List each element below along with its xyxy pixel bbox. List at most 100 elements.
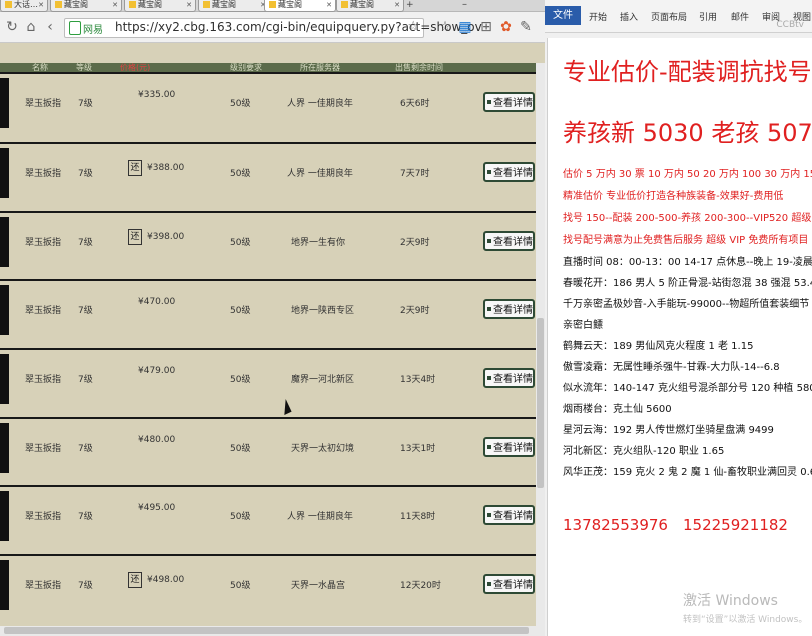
table-row[interactable]: 翠玉扳指 7级 还 ¥398.00 50级 地界一生有你 2天9时 查看详情 — [0, 211, 536, 271]
table-row[interactable]: 翠玉扳指 7级 ¥479.00 50级 魔界一河北新区 13天4时 查看详情 — [0, 348, 536, 408]
document-page[interactable]: 专业估价-配装调抗找号 养孩新 5030 老孩 5078 估价 5 万内 30 票 … — [547, 38, 812, 636]
extension-red-icon[interactable]: ✿ — [498, 19, 514, 35]
tab-favicon-icon — [203, 1, 210, 8]
item-thumbnail[interactable] — [0, 423, 9, 473]
tab-favicon-icon — [341, 1, 348, 8]
tab-favicon-icon — [269, 1, 276, 8]
document-line: 春暖花开：186 男人 5 阶正骨混-站街忽混 38 强混 53.4 — [563, 278, 812, 289]
document-line: 亲密白鳔 — [563, 320, 603, 331]
site-label: 网易 — [83, 25, 103, 36]
item-thumbnail[interactable] — [0, 560, 9, 610]
phone-number: 13782553976 — [563, 516, 668, 534]
tab-home[interactable]: 开始 — [589, 10, 607, 23]
item-name[interactable]: 翠玉扳指 — [25, 578, 61, 591]
back-icon[interactable]: ‹ — [42, 19, 58, 35]
tab-references[interactable]: 引用 — [699, 10, 717, 23]
file-tab[interactable]: 文件 — [545, 6, 581, 25]
item-thumbnail[interactable] — [0, 148, 9, 198]
tab-favicon-icon — [129, 1, 136, 8]
server-name: 地界一生有你 — [291, 238, 346, 248]
item-name[interactable]: 翠玉扳指 — [25, 235, 61, 248]
item-thumbnail[interactable] — [0, 491, 9, 541]
view-details-button[interactable]: 查看详情 — [483, 437, 535, 457]
extension-icon[interactable]: ▦ — [457, 19, 473, 35]
close-icon[interactable]: ✕ — [186, 0, 192, 10]
close-icon[interactable]: ✕ — [394, 0, 400, 10]
item-thumbnail[interactable] — [0, 217, 9, 267]
level-requirement: 50级 — [230, 306, 251, 316]
close-icon[interactable]: ✕ — [112, 0, 118, 10]
document-line: 精准估价 专业低价打造各种族装备-效果好-费用低 — [563, 191, 784, 202]
item-name[interactable]: 翠玉扳指 — [25, 303, 61, 316]
vertical-scrollbar[interactable] — [536, 63, 545, 636]
item-name[interactable]: 翠玉扳指 — [25, 372, 61, 385]
browser-tab[interactable]: 藏宝阁✕ — [50, 0, 122, 12]
browser-tab[interactable]: 大话… ✕ — [0, 0, 48, 12]
browser-tab[interactable]: 藏宝阁✕ — [198, 0, 270, 12]
item-thumbnail[interactable] — [0, 354, 9, 404]
scroll-thumb[interactable] — [537, 318, 544, 488]
view-details-button[interactable]: 查看详情 — [483, 299, 535, 319]
close-icon[interactable]: ✕ — [326, 0, 332, 10]
item-name[interactable]: 翠玉扳指 — [25, 509, 61, 522]
table-row[interactable]: 翠玉扳指 7级 ¥480.00 50级 天界一太初幻境 13天1时 查看详情 — [0, 417, 536, 477]
tab-layout[interactable]: 页面布局 — [651, 10, 687, 23]
view-details-button[interactable]: 查看详情 — [483, 574, 535, 594]
item-level: 7级 — [78, 238, 93, 248]
item-level: 7级 — [78, 375, 93, 385]
browser-tab[interactable]: 藏宝阁✕ — [124, 0, 196, 12]
activate-windows-title: 激活 Windows — [683, 593, 778, 609]
home-icon[interactable]: ⌂ — [23, 19, 39, 35]
view-details-button[interactable]: 查看详情 — [483, 92, 535, 112]
haggle-icon[interactable]: 还 — [128, 160, 142, 176]
navigation-bar: ↻ ⌂ ‹ 网易 https://xy2.cbg.163.com/cgi-bin… — [0, 12, 545, 43]
tools-icon[interactable]: ✎ — [518, 19, 534, 35]
new-tab-icon[interactable]: + — [406, 0, 414, 10]
server-name: 魔界一河北新区 — [291, 375, 355, 385]
minimize-icon[interactable]: – — [462, 0, 467, 10]
table-row[interactable]: 翠玉扳指 7级 还 ¥498.00 50级 天界一水晶宫 12天20时 查看详情 — [0, 554, 536, 614]
tab-mailings[interactable]: 邮件 — [731, 10, 749, 23]
item-name[interactable]: 翠玉扳指 — [25, 166, 61, 179]
haggle-icon[interactable]: 还 — [128, 572, 142, 588]
document-line: 河北新区：克火组队-120 职业 1.65 — [563, 446, 725, 457]
item-price: ¥498.00 — [147, 575, 185, 585]
close-icon[interactable]: ✕ — [38, 0, 44, 10]
view-details-button[interactable]: 查看详情 — [483, 368, 535, 388]
bookmark-star-icon[interactable]: ☆ — [407, 19, 419, 34]
document-line: 似水流年：140-147 克火组号混杀部分号 120 种植 5800 — [563, 383, 812, 394]
time-remaining: 12天20时 — [400, 581, 441, 591]
table-row[interactable]: 翠玉扳指 7级 ¥495.00 50级 人界 一佳期良年 11天8时 查看详情 — [0, 485, 536, 545]
table-row[interactable]: 翠玉扳指 7级 ¥470.00 50级 地界一陕西专区 2天9时 查看详情 — [0, 279, 536, 339]
price-cell: ¥335.00 — [138, 90, 175, 101]
item-name[interactable]: 翠玉扳指 — [25, 96, 61, 109]
item-price: ¥470.00 — [138, 297, 176, 307]
table-row[interactable]: 翠玉扳指 7级 ¥335.00 50级 人界 一佳期良年 6天6时 查看详情 — [0, 72, 536, 132]
tab-insert[interactable]: 插入 — [620, 10, 638, 23]
browser-tab-active[interactable]: 藏宝阁 ✕ — [264, 0, 336, 12]
time-remaining: 13天4时 — [400, 375, 436, 385]
document-line: 直播时间 08：00-13：00 14-17 点休息--晚上 19-凌晨 1 点 — [563, 257, 812, 268]
view-details-button[interactable]: 查看详情 — [483, 231, 535, 251]
horizontal-scrollbar[interactable] — [0, 626, 536, 636]
view-details-button[interactable]: 查看详情 — [483, 162, 535, 182]
item-thumbnail[interactable] — [0, 78, 9, 128]
price-cell: ¥480.00 — [138, 435, 175, 446]
grid-icon[interactable]: ⊞ — [478, 19, 494, 35]
level-requirement: 50级 — [230, 238, 251, 248]
table-row[interactable]: 翠玉扳指 7级 还 ¥388.00 50级 人界 一佳期良年 7天7时 查看详情 — [0, 142, 536, 202]
item-price: ¥480.00 — [138, 435, 176, 445]
item-thumbnail[interactable] — [0, 285, 9, 335]
page-edge — [547, 38, 548, 636]
server-name: 天界一水晶宫 — [291, 581, 346, 591]
address-bar[interactable]: 网易 https://xy2.cbg.163.com/cgi-bin/equip… — [64, 18, 482, 38]
item-name[interactable]: 翠玉扳指 — [25, 441, 61, 454]
star-icon[interactable]: ☆ — [437, 19, 453, 35]
haggle-icon[interactable]: 还 — [128, 229, 142, 245]
browser-tab[interactable]: 藏宝阁✕ — [336, 0, 404, 12]
refresh-icon[interactable]: ↻ — [4, 19, 20, 35]
scroll-thumb[interactable] — [4, 627, 529, 634]
document-line: 找号 150--配装 200-500-养孩 200-300--VIP520 超级… — [563, 213, 812, 224]
view-details-button[interactable]: 查看详情 — [483, 505, 535, 525]
url-text: https://xy2.cbg.163.com/cgi-bin/equipque… — [115, 20, 482, 34]
